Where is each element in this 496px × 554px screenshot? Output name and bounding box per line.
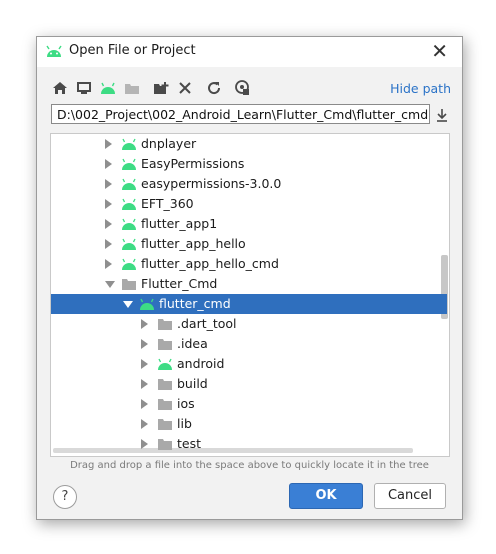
close-icon[interactable]: ✕ — [431, 40, 448, 62]
tree-row-label: easypermissions-3.0.0 — [141, 176, 282, 191]
folder-icon — [121, 277, 137, 291]
tree-row[interactable]: .dart_tool — [51, 314, 435, 334]
chevron-down-icon[interactable] — [105, 281, 115, 288]
chevron-right-icon[interactable] — [105, 259, 112, 269]
tree-row-label: flutter_app_hello — [141, 236, 246, 251]
dialog-title: Open File or Project — [69, 43, 196, 58]
tree-row[interactable]: flutter_app_hello — [51, 234, 435, 254]
tree-row[interactable]: .idea — [51, 334, 435, 354]
android-icon — [121, 197, 137, 211]
tree-row[interactable]: flutter_app_hello_cmd — [51, 254, 435, 274]
tree-row[interactable]: flutter_app1 — [51, 214, 435, 234]
android-icon — [121, 237, 137, 251]
chevron-right-icon[interactable] — [105, 179, 112, 189]
ok-button[interactable]: OK — [289, 483, 363, 509]
android-studio-icon — [46, 45, 62, 57]
cancel-button[interactable]: Cancel — [374, 483, 446, 509]
tree-row[interactable]: easypermissions-3.0.0 — [51, 174, 435, 194]
tree-row-label: .idea — [177, 336, 208, 351]
chevron-right-icon[interactable] — [105, 219, 112, 229]
tree-row[interactable]: android — [51, 354, 435, 374]
tree-row-label: dnplayer — [141, 136, 197, 151]
tree-row-label: ios — [177, 396, 195, 411]
toolbar: Hide path — [51, 79, 451, 97]
tree-row-label: Flutter_Cmd — [141, 276, 218, 291]
chevron-right-icon[interactable] — [105, 159, 112, 169]
tree-row-label: EFT_360 — [141, 196, 194, 211]
hide-path-link[interactable]: Hide path — [390, 81, 451, 96]
chevron-right-icon[interactable] — [141, 419, 148, 429]
open-file-dialog: Open File or Project ✕ Hide path D:\002_… — [36, 36, 463, 520]
folder-icon — [157, 437, 173, 451]
new-folder-icon[interactable] — [152, 79, 170, 97]
tree-row-label: flutter_app1 — [141, 216, 218, 231]
android-icon — [121, 137, 137, 151]
tree-row-label: .dart_tool — [177, 316, 237, 331]
drag-drop-hint: Drag and drop a file into the space abov… — [70, 460, 429, 471]
chevron-right-icon[interactable] — [141, 339, 148, 349]
tree-row[interactable]: EFT_360 — [51, 194, 435, 214]
refresh-icon[interactable] — [205, 79, 223, 97]
tree-row-label: EasyPermissions — [141, 156, 245, 171]
tree-row[interactable]: flutter_cmd — [51, 294, 447, 314]
tree-row-label: test — [177, 436, 202, 451]
tree-row-label: android — [177, 356, 225, 371]
android-icon — [121, 177, 137, 191]
show-hidden-icon[interactable] — [233, 79, 251, 97]
folder-icon — [157, 397, 173, 411]
help-button[interactable]: ? — [53, 485, 77, 509]
tree-row[interactable]: build — [51, 374, 435, 394]
chevron-right-icon[interactable] — [141, 379, 148, 389]
path-input[interactable]: D:\002_Project\002_Android_Learn\Flutter… — [51, 104, 430, 124]
tree-row[interactable]: EasyPermissions — [51, 154, 435, 174]
android-icon — [121, 257, 137, 271]
android-icon — [157, 357, 173, 371]
tree-row[interactable]: dnplayer — [51, 134, 435, 154]
android-icon — [121, 217, 137, 231]
chevron-right-icon[interactable] — [141, 319, 148, 329]
desktop-icon[interactable] — [75, 79, 93, 97]
chevron-right-icon[interactable] — [105, 139, 112, 149]
android-icon — [121, 157, 137, 171]
file-tree[interactable]: dnplayer EasyPermissions easypermissions-3… — [50, 133, 450, 457]
folder-icon — [157, 377, 173, 391]
chevron-right-icon[interactable] — [105, 199, 112, 209]
folder-icon — [157, 317, 173, 331]
tree-row-label: build — [177, 376, 208, 391]
tree-row-label: flutter_app_hello_cmd — [141, 256, 279, 271]
folder-icon — [157, 337, 173, 351]
chevron-right-icon[interactable] — [141, 399, 148, 409]
home-icon[interactable] — [51, 79, 69, 97]
tree-row[interactable]: test — [51, 434, 435, 454]
chevron-right-icon[interactable] — [141, 359, 148, 369]
title-bar: Open File or Project ✕ — [37, 37, 462, 67]
chevron-right-icon[interactable] — [141, 439, 148, 449]
tree-row-label: flutter_cmd — [159, 296, 231, 311]
tree-row[interactable]: lib — [51, 414, 435, 434]
module-folder-icon[interactable] — [123, 79, 141, 97]
android-project-icon[interactable] — [99, 79, 117, 97]
chevron-right-icon[interactable] — [105, 239, 112, 249]
download-icon[interactable] — [434, 107, 450, 123]
tree-row[interactable]: Flutter_Cmd — [51, 274, 435, 294]
delete-icon[interactable] — [176, 79, 194, 97]
chevron-down-icon[interactable] — [123, 301, 133, 308]
android-icon — [139, 297, 155, 311]
tree-row[interactable]: ios — [51, 394, 435, 414]
tree-row-label: lib — [177, 416, 192, 431]
folder-icon — [157, 417, 173, 431]
